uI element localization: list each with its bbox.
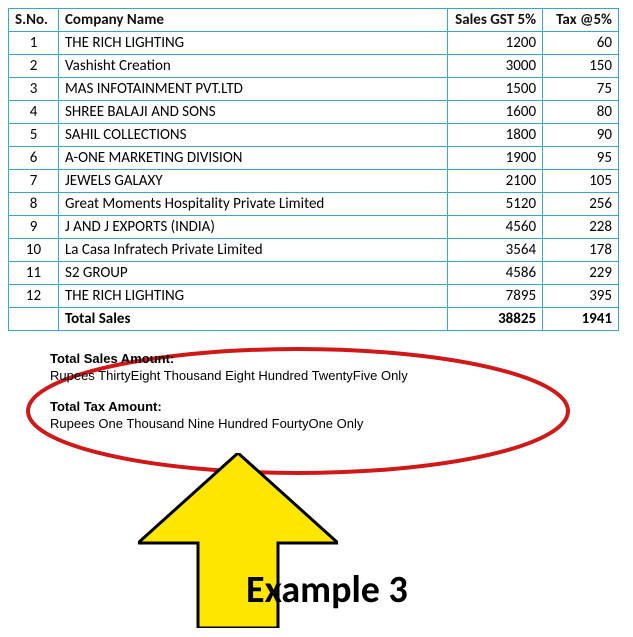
header-sales: Sales GST 5% bbox=[448, 9, 543, 32]
cell-sales: 1600 bbox=[448, 101, 543, 124]
cell-company: Vashisht Creation bbox=[58, 55, 447, 78]
cell-sales: 4560 bbox=[448, 216, 543, 239]
cell-sno: 7 bbox=[9, 170, 59, 193]
table-row: 7JEWELS GALAXY2100105 bbox=[9, 170, 619, 193]
cell-tax: 90 bbox=[543, 124, 619, 147]
cell-sales: 2100 bbox=[448, 170, 543, 193]
cell-sno: 3 bbox=[9, 78, 59, 101]
cell-tax: 150 bbox=[543, 55, 619, 78]
cell-tax: 60 bbox=[543, 32, 619, 55]
cell-sno: 8 bbox=[9, 193, 59, 216]
cell-company: A-ONE MARKETING DIVISION bbox=[58, 147, 447, 170]
cell-company: THE RICH LIGHTING bbox=[58, 32, 447, 55]
cell-tax: 105 bbox=[543, 170, 619, 193]
table-row: 11S2 GROUP4586229 bbox=[9, 262, 619, 285]
cell-tax: 256 bbox=[543, 193, 619, 216]
table-row: 2Vashisht Creation3000150 bbox=[9, 55, 619, 78]
table-row: 6A-ONE MARKETING DIVISION190095 bbox=[9, 147, 619, 170]
cell-company: JEWELS GALAXY bbox=[58, 170, 447, 193]
header-tax: Tax @5% bbox=[543, 9, 619, 32]
example-label: Example 3 bbox=[246, 567, 408, 613]
cell-sno: 12 bbox=[9, 285, 59, 308]
cell-sno: 10 bbox=[9, 239, 59, 262]
header-sno: S.No. bbox=[9, 9, 59, 32]
cell-company: THE RICH LIGHTING bbox=[58, 285, 447, 308]
cell-tax: 228 bbox=[543, 216, 619, 239]
cell-tax: 95 bbox=[543, 147, 619, 170]
cell-total-tax: 1941 bbox=[543, 308, 619, 331]
cell-tax: 229 bbox=[543, 262, 619, 285]
total-sales-label: Total Sales Amount: bbox=[50, 351, 408, 366]
cell-sales: 1900 bbox=[448, 147, 543, 170]
cell-sno: 6 bbox=[9, 147, 59, 170]
cell-sales: 3000 bbox=[448, 55, 543, 78]
cell-sno: 4 bbox=[9, 101, 59, 124]
cell-sno: 5 bbox=[9, 124, 59, 147]
total-tax-label: Total Tax Amount: bbox=[50, 399, 408, 414]
cell-tax: 395 bbox=[543, 285, 619, 308]
cell-sales: 4586 bbox=[448, 262, 543, 285]
table-row: 12THE RICH LIGHTING7895395 bbox=[9, 285, 619, 308]
cell-sales: 1500 bbox=[448, 78, 543, 101]
cell-sno: 2 bbox=[9, 55, 59, 78]
cell-sno: 11 bbox=[9, 262, 59, 285]
table-row: 9J AND J EXPORTS (INDIA)4560228 bbox=[9, 216, 619, 239]
cell-sales: 3564 bbox=[448, 239, 543, 262]
cell-total-sales: 38825 bbox=[448, 308, 543, 331]
table-row: 4SHREE BALAJI AND SONS160080 bbox=[9, 101, 619, 124]
sales-table: S.No. Company Name Sales GST 5% Tax @5% … bbox=[8, 8, 619, 331]
cell-company: SHREE BALAJI AND SONS bbox=[58, 101, 447, 124]
total-sales-words: Rupees ThirtyEight Thousand Eight Hundre… bbox=[50, 368, 408, 383]
cell-sales: 1800 bbox=[448, 124, 543, 147]
cell-sales: 7895 bbox=[448, 285, 543, 308]
cell-total-sno bbox=[9, 308, 59, 331]
cell-sales: 5120 bbox=[448, 193, 543, 216]
cell-company: S2 GROUP bbox=[58, 262, 447, 285]
header-company: Company Name bbox=[58, 9, 447, 32]
cell-tax: 178 bbox=[543, 239, 619, 262]
table-header-row: S.No. Company Name Sales GST 5% Tax @5% bbox=[9, 9, 619, 32]
cell-company: La Casa Infratech Private Limited bbox=[58, 239, 447, 262]
cell-tax: 75 bbox=[543, 78, 619, 101]
table-row: 10La Casa Infratech Private Limited35641… bbox=[9, 239, 619, 262]
cell-company: MAS INFOTAINMENT PVT.LTD bbox=[58, 78, 447, 101]
cell-company: Great Moments Hospitality Private Limite… bbox=[58, 193, 447, 216]
cell-tax: 80 bbox=[543, 101, 619, 124]
cell-total-label: Total Sales bbox=[58, 308, 447, 331]
table-row: 3MAS INFOTAINMENT PVT.LTD150075 bbox=[9, 78, 619, 101]
amounts-block: Total Sales Amount: Rupees ThirtyEight T… bbox=[50, 351, 408, 447]
cell-sales: 1200 bbox=[448, 32, 543, 55]
cell-sno: 9 bbox=[9, 216, 59, 239]
total-tax-words: Rupees One Thousand Nine Hundred FourtyO… bbox=[50, 416, 408, 431]
table-row: 8Great Moments Hospitality Private Limit… bbox=[9, 193, 619, 216]
table-total-row: Total Sales388251941 bbox=[9, 308, 619, 331]
cell-company: J AND J EXPORTS (INDIA) bbox=[58, 216, 447, 239]
table-row: 5SAHIL COLLECTIONS180090 bbox=[9, 124, 619, 147]
cell-sno: 1 bbox=[9, 32, 59, 55]
table-row: 1THE RICH LIGHTING120060 bbox=[9, 32, 619, 55]
cell-company: SAHIL COLLECTIONS bbox=[58, 124, 447, 147]
